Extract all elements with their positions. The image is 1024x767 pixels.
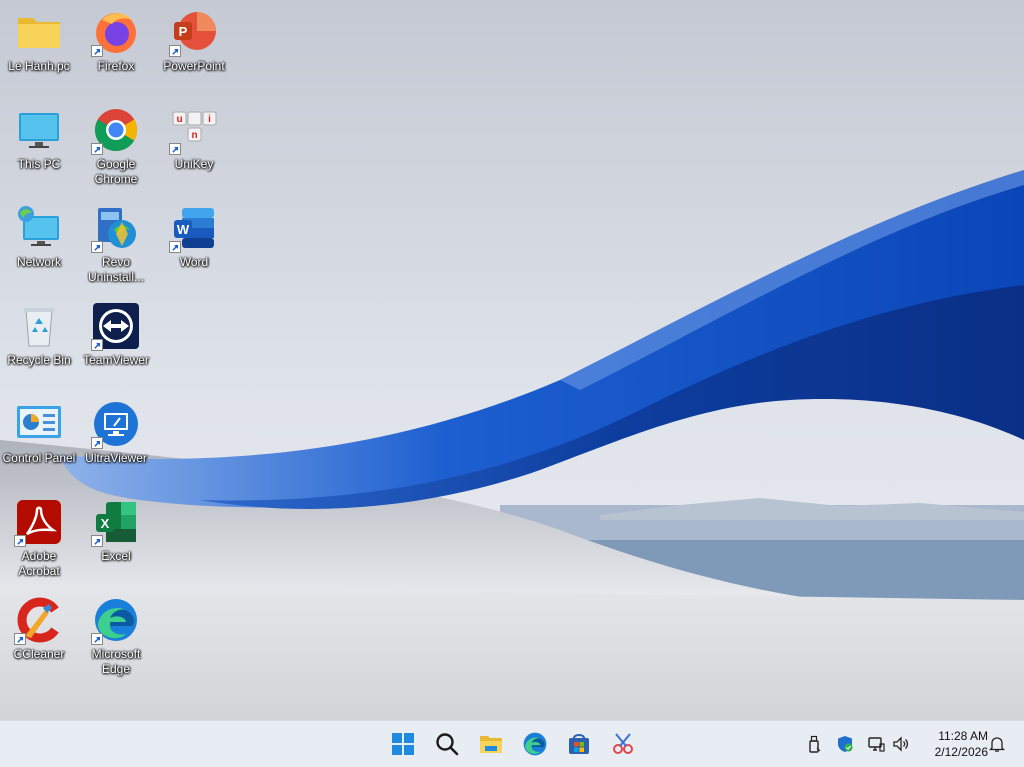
teamviewer-icon xyxy=(91,301,141,351)
desktop-icon-label: Excel xyxy=(101,549,131,563)
network-icon xyxy=(14,203,64,253)
shortcut-arrow-icon xyxy=(169,143,181,155)
ultraviewer-icon xyxy=(91,399,141,449)
excel-icon: X xyxy=(91,497,141,547)
usb-icon xyxy=(809,735,821,753)
network-tray-button[interactable] xyxy=(865,733,887,755)
svg-text:n: n xyxy=(191,130,197,141)
desktop-icon-label: Network xyxy=(16,255,61,269)
defender-icon xyxy=(838,736,853,752)
edge-button[interactable] xyxy=(520,729,550,759)
defender-tray-button[interactable] xyxy=(834,733,856,755)
svg-text:i: i xyxy=(208,114,211,125)
shortcut-arrow-icon xyxy=(91,633,103,645)
volume-tray-button[interactable] xyxy=(890,733,912,755)
start-button[interactable] xyxy=(388,729,418,759)
desktop-icon-google-chrome[interactable]: Google Chrome xyxy=(78,100,154,192)
shortcut-arrow-icon xyxy=(14,535,26,547)
unikey-icon: u in xyxy=(169,105,219,155)
start-icon xyxy=(392,733,414,755)
volume-icon xyxy=(893,736,909,752)
edge-icon xyxy=(523,732,547,756)
usb-tray-button[interactable] xyxy=(803,733,825,755)
desktop-icon-this-pc[interactable]: This PC xyxy=(1,100,77,192)
desktop-icon-label: TeamViewer xyxy=(83,353,149,367)
shortcut-arrow-icon xyxy=(91,339,103,351)
desktop-icon-ultraviewer[interactable]: UltraViewer xyxy=(78,394,154,486)
folder-icon xyxy=(14,7,64,57)
shortcut-arrow-icon xyxy=(14,633,26,645)
desktop-icon-revo-uninstaller[interactable]: Revo Uninstall... xyxy=(78,198,154,290)
clock-date: 2/12/2026 xyxy=(934,745,988,759)
desktop-icon-label: This PC xyxy=(17,157,61,171)
desktop-icon-teamviewer[interactable]: TeamViewer xyxy=(78,296,154,388)
acrobat-icon xyxy=(14,497,64,547)
desktop-icon-label: Word xyxy=(179,255,209,269)
desktop-icon-label: PowerPoint xyxy=(163,59,225,73)
file-explorer-icon xyxy=(480,736,502,753)
desktop-icon-recycle-bin[interactable]: Recycle Bin xyxy=(1,296,77,388)
desktop-icon-microsoft-edge[interactable]: Microsoft Edge xyxy=(78,590,154,682)
microsoft-store-button[interactable] xyxy=(564,729,594,759)
desktop-icon-label: CCleaner xyxy=(13,647,65,661)
control-panel-icon xyxy=(14,399,64,449)
clock-time: 11:28 AM xyxy=(938,729,988,743)
desktop-icon-adobe-acrobat[interactable]: Adobe Acrobat xyxy=(1,492,77,584)
search-button[interactable] xyxy=(432,729,462,759)
microsoft-store-icon xyxy=(569,734,589,754)
taskbar: 11:28 AM 2/12/2026 xyxy=(0,720,1024,767)
desktop-icon-label: Firefox xyxy=(97,59,135,73)
this-pc-icon xyxy=(14,105,64,155)
desktop-icon-word[interactable]: W Word xyxy=(156,198,232,290)
shortcut-arrow-icon xyxy=(91,241,103,253)
desktop-icon-ccleaner[interactable]: CCleaner xyxy=(1,590,77,682)
desktop[interactable]: Le Hanh.pc Firefox P PowerPoint This PC … xyxy=(0,0,1024,720)
notification-bell-icon xyxy=(988,737,1006,752)
notification-button[interactable] xyxy=(986,733,1008,755)
shortcut-arrow-icon xyxy=(91,535,103,547)
firefox-icon xyxy=(91,7,141,57)
svg-text:u: u xyxy=(176,114,182,125)
desktop-icon-excel[interactable]: X Excel xyxy=(78,492,154,584)
desktop-icon-le-hanh-pc[interactable]: Le Hanh.pc xyxy=(1,2,77,94)
desktop-icon-control-panel[interactable]: Control Panel xyxy=(1,394,77,486)
desktop-icon-powerpoint[interactable]: P PowerPoint xyxy=(156,2,232,94)
svg-text:W: W xyxy=(177,222,190,237)
desktop-icon-label: Microsoft Edge xyxy=(91,647,141,676)
desktop-icon-label: Revo Uninstall... xyxy=(87,255,145,284)
search-icon xyxy=(436,733,459,756)
word-icon: W xyxy=(169,203,219,253)
file-explorer-button[interactable] xyxy=(476,729,506,759)
shortcut-arrow-icon xyxy=(169,241,181,253)
snipping-tool-icon xyxy=(613,733,633,754)
chrome-icon xyxy=(91,105,141,155)
ccleaner-icon xyxy=(14,595,64,645)
desktop-icon-unikey[interactable]: u in UniKey xyxy=(156,100,232,192)
clock[interactable]: 11:28 AM 2/12/2026 xyxy=(920,728,988,760)
desktop-icon-firefox[interactable]: Firefox xyxy=(78,2,154,94)
svg-text:X: X xyxy=(101,516,110,531)
shortcut-arrow-icon xyxy=(91,437,103,449)
desktop-icon-network[interactable]: Network xyxy=(1,198,77,290)
shortcut-arrow-icon xyxy=(169,45,181,57)
powerpoint-icon: P xyxy=(169,7,219,57)
desktop-icon-label: UniKey xyxy=(174,157,214,171)
revo-uninstaller-icon xyxy=(91,203,141,253)
desktop-icon-label: Adobe Acrobat xyxy=(18,549,60,578)
shortcut-arrow-icon xyxy=(91,143,103,155)
desktop-icon-label: Control Panel xyxy=(2,451,76,465)
desktop-icon-label: Recycle Bin xyxy=(7,353,71,367)
desktop-icon-label: UltraViewer xyxy=(85,451,147,465)
edge-icon xyxy=(91,595,141,645)
svg-text:P: P xyxy=(179,24,188,39)
desktop-icon-label: Google Chrome xyxy=(94,157,138,186)
recycle-bin-icon xyxy=(14,301,64,351)
shortcut-arrow-icon xyxy=(91,45,103,57)
desktop-icon-label: Le Hanh.pc xyxy=(8,59,70,73)
snipping-tool-button[interactable] xyxy=(608,729,638,759)
network-icon xyxy=(868,737,885,752)
